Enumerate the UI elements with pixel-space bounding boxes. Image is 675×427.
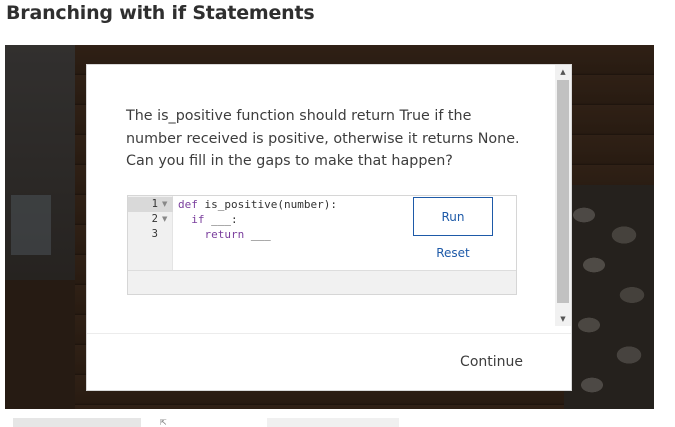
- page-title: Branching with if Statements: [6, 2, 315, 24]
- modal-scrollbar[interactable]: ▲ ▼: [555, 65, 571, 326]
- line-number: 1: [151, 198, 158, 210]
- bottom-tab[interactable]: [13, 418, 141, 427]
- line-number: 3: [151, 228, 158, 240]
- output-panel: [128, 270, 516, 294]
- code-keyword: def: [178, 198, 198, 211]
- scrollbar-thumb[interactable]: [557, 80, 569, 303]
- code-text: is_positive(number):: [197, 198, 337, 211]
- fold-arrow-icon[interactable]: ▼: [162, 197, 167, 212]
- code-text: ___:: [204, 213, 238, 226]
- modal-content: The is_positive function should return T…: [87, 65, 571, 327]
- scroll-up-arrow-icon[interactable]: ▲: [555, 65, 571, 79]
- coding-widget: 1 ▼ 2 ▼ 3 def is_positive(number): if __…: [127, 195, 517, 295]
- modal-footer: Continue: [87, 333, 571, 390]
- code-line[interactable]: return ___: [178, 227, 271, 242]
- code-line[interactable]: if ___:: [178, 212, 238, 227]
- continue-button[interactable]: Continue: [460, 354, 523, 370]
- scroll-down-arrow-icon[interactable]: ▼: [555, 312, 571, 326]
- code-editor[interactable]: 1 ▼ 2 ▼ 3 def is_positive(number): if __…: [128, 196, 515, 270]
- code-keyword: if: [191, 213, 205, 226]
- code-keyword: return: [204, 228, 245, 241]
- run-button[interactable]: Run: [413, 197, 493, 236]
- expand-icon[interactable]: ⇱: [160, 418, 180, 427]
- editor-gutter: 1 ▼ 2 ▼ 3: [128, 196, 173, 270]
- question-text: The is_positive function should return T…: [126, 108, 520, 169]
- quiz-modal: The is_positive function should return T…: [86, 64, 572, 391]
- fold-arrow-icon[interactable]: ▼: [162, 212, 167, 227]
- line-number: 2: [151, 213, 158, 225]
- reset-button[interactable]: Reset: [413, 244, 493, 262]
- code-line[interactable]: def is_positive(number):: [178, 197, 337, 212]
- code-text: ___: [244, 228, 271, 241]
- bottom-tab[interactable]: [267, 418, 399, 427]
